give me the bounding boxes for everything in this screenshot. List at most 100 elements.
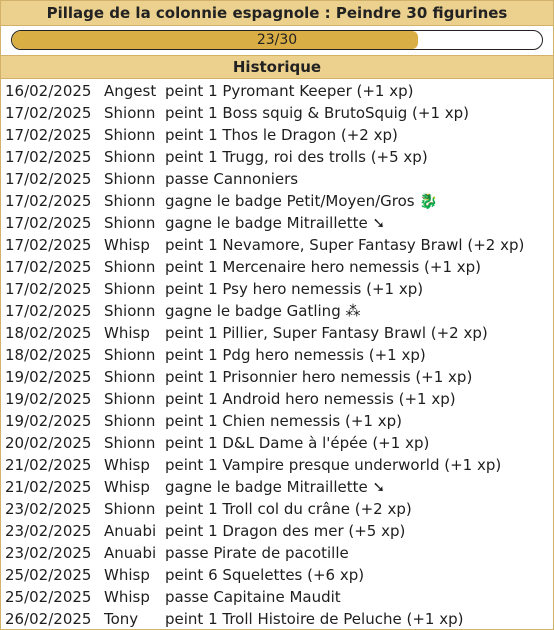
challenge-panel: Pillage de la colonnie espagnole : Peind… [0,0,554,630]
history-date: 17/02/2025 [5,126,92,144]
history-action: gagne le badge Mitraillette ➘ [165,478,386,496]
history-user: Shionn [104,104,156,122]
history-action: peint 1 Pdg hero nemessis (+1 xp) [165,346,426,364]
history-user: Shionn [104,280,156,298]
history-user: Shionn [104,346,156,364]
history-action: peint 1 Troll Histoire de Peluche (+1 xp… [165,610,464,628]
history-date: 18/02/2025 [5,324,92,342]
history-action: passe Pirate de pacotille [165,544,349,562]
history-date: 19/02/2025 [5,368,92,386]
history-date: 17/02/2025 [5,104,92,122]
history-date: 19/02/2025 [5,412,92,430]
history-date: 17/02/2025 [5,170,92,188]
history-header: Historique [1,55,553,79]
history-date: 17/02/2025 [5,236,92,254]
history-action: peint 1 Pillier, Super Fantasy Brawl (+2… [165,324,488,342]
history-action: passe Capitaine Maudit [165,588,341,606]
history-date: 20/02/2025 [5,434,92,452]
history-action: peint 1 Chien nemessis (+1 xp) [165,412,402,430]
history-user: Shionn [104,192,156,210]
history-user: Shionn [104,368,156,386]
history-row: 17/02/2025 Shionn peint 1 Psy hero nemessi… [1,278,553,300]
history-row: 17/02/2025 Shionn peint 1 Boss squig & Bru… [1,102,553,124]
history-row: 20/02/2025 Shionn peint 1 D&L Dame à l'épé… [1,432,553,454]
history-row: 25/02/2025 Whisp peint 6 Squelettes (+6 xp… [1,564,553,586]
history-action: peint 1 Mercenaire hero nemessis (+1 xp) [165,258,482,276]
history-row: 23/02/2025 Anuabi peint 1 Dragon des mer (… [1,520,553,542]
history-date: 23/02/2025 [5,522,92,540]
history-action: peint 6 Squelettes (+6 xp) [165,566,365,584]
history-date: 21/02/2025 [5,456,92,474]
history-row: 17/02/2025 Shionn peint 1 Trugg, roi des t… [1,146,553,168]
history-row: 17/02/2025 Shionn passe Cannoniers [1,168,553,190]
history-row: 19/02/2025 Shionn peint 1 Prisonnier hero … [1,366,553,388]
history-action: peint 1 Trugg, roi des trolls (+5 xp) [165,148,428,166]
history-date: 17/02/2025 [5,214,92,232]
history-action: peint 1 Prisonnier hero nemessis (+1 xp) [165,368,473,386]
history-user: Shionn [104,500,156,518]
history-user: Whisp [104,478,150,496]
history-row: 26/02/2025 Tony peint 1 Troll Histoire de … [1,608,553,630]
history-date: 25/02/2025 [5,566,92,584]
history-action: peint 1 Psy hero nemessis (+1 xp) [165,280,424,298]
history-user: Anuabi [104,544,157,562]
history-row: 17/02/2025 Shionn gagne le badge Gatling ⁂ [1,300,553,322]
history-date: 21/02/2025 [5,478,92,496]
history-row: 18/02/2025 Whisp peint 1 Pillier, Super Fa… [1,322,553,344]
history-row: 17/02/2025 Shionn peint 1 Mercenaire hero … [1,256,553,278]
history-action: peint 1 Android hero nemessis (+1 xp) [165,390,456,408]
history-date: 16/02/2025 [5,82,92,100]
history-row: 17/02/2025 Shionn gagne le badge Petit/Moy… [1,190,553,212]
history-action: gagne le badge Gatling ⁂ [165,302,361,320]
history-action: peint 1 Thos le Dragon (+2 xp) [165,126,398,144]
history-user: Shionn [104,214,156,232]
history-date: 17/02/2025 [5,148,92,166]
history-action: peint 1 Vampire presque underworld (+1 x… [165,456,502,474]
history-action: gagne le badge Petit/Moyen/Gros 🐉 [165,192,439,210]
history-row: 23/02/2025 Anuabi passe Pirate de pacotill… [1,542,553,564]
history-date: 17/02/2025 [5,280,92,298]
history-user: Whisp [104,456,150,474]
history-user: Tony [104,610,139,628]
history-row: 16/02/2025 Angest peint 1 Pyromant Keeper … [1,80,553,102]
history-action: peint 1 Pyromant Keeper (+1 xp) [165,82,414,100]
history-row: 19/02/2025 Shionn peint 1 Android hero nem… [1,388,553,410]
history-date: 18/02/2025 [5,346,92,364]
history-action: peint 1 Nevamore, Super Fantasy Brawl (+… [165,236,525,254]
history-user: Shionn [104,412,156,430]
history-user: Shionn [104,434,156,452]
history-row: 17/02/2025 Shionn gagne le badge Mitraille… [1,212,553,234]
history-action: passe Cannoniers [165,170,299,188]
history-action: peint 1 Dragon des mer (+5 xp) [165,522,406,540]
history-date: 17/02/2025 [5,258,92,276]
history-date: 17/02/2025 [5,192,92,210]
history-user: Shionn [104,258,156,276]
history-row: 17/02/2025 Shionn peint 1 Thos le Dragon (… [1,124,553,146]
history-user: Shionn [104,148,156,166]
history-date: 25/02/2025 [5,588,92,606]
history-user: Whisp [104,566,150,584]
history-user: Shionn [104,126,156,144]
history-row: 21/02/2025 Whisp gagne le badge Mitraillet… [1,476,553,498]
history-action: gagne le badge Mitraillette ➘ [165,214,386,232]
history-date: 17/02/2025 [5,302,92,320]
history-user: Shionn [104,302,156,320]
history-row: 23/02/2025 Shionn peint 1 Troll col du crâ… [1,498,553,520]
history-user: Whisp [104,324,150,342]
challenge-title: Pillage de la colonnie espagnole : Peind… [1,1,553,26]
history-date: 26/02/2025 [5,610,92,628]
history-date: 23/02/2025 [5,544,92,562]
history-row: 25/02/2025 Whisp passe Capitaine Maudit [1,586,553,608]
history-action: peint 1 Troll col du crâne (+2 xp) [165,500,412,518]
progress-label: 23/30 [256,32,298,48]
history-action: peint 1 Boss squig & BrutoSquig (+1 xp) [165,104,470,122]
history-user: Angest [104,82,157,100]
history-user: Whisp [104,588,150,606]
history-user: Shionn [104,390,156,408]
history-date: 23/02/2025 [5,500,92,518]
history-date: 19/02/2025 [5,390,92,408]
history-action: peint 1 D&L Dame à l'épée (+1 xp) [165,434,430,452]
history-row: 18/02/2025 Shionn peint 1 Pdg hero nemessi… [1,344,553,366]
progress-bar: 23/30 [11,30,543,50]
history-row: 19/02/2025 Shionn peint 1 Chien nemessis (… [1,410,553,432]
